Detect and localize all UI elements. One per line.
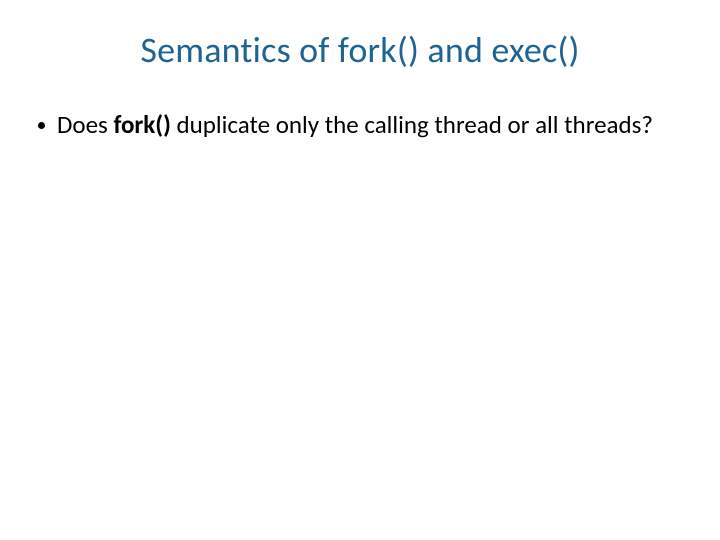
slide-title: Semantics of fork() and exec() [30, 28, 690, 72]
bullet-suffix: duplicate only the calling thread or all… [171, 109, 653, 140]
bullet-bold: fork() [113, 109, 170, 140]
bullet-prefix: Does [57, 109, 113, 140]
bullet-text: Does fork() duplicate only the calling t… [57, 110, 653, 140]
bullet-icon [38, 122, 45, 129]
slide-body: Does fork() duplicate only the calling t… [30, 110, 690, 140]
bullet-item: Does fork() duplicate only the calling t… [36, 110, 690, 140]
slide: Semantics of fork() and exec() Does fork… [0, 0, 720, 540]
